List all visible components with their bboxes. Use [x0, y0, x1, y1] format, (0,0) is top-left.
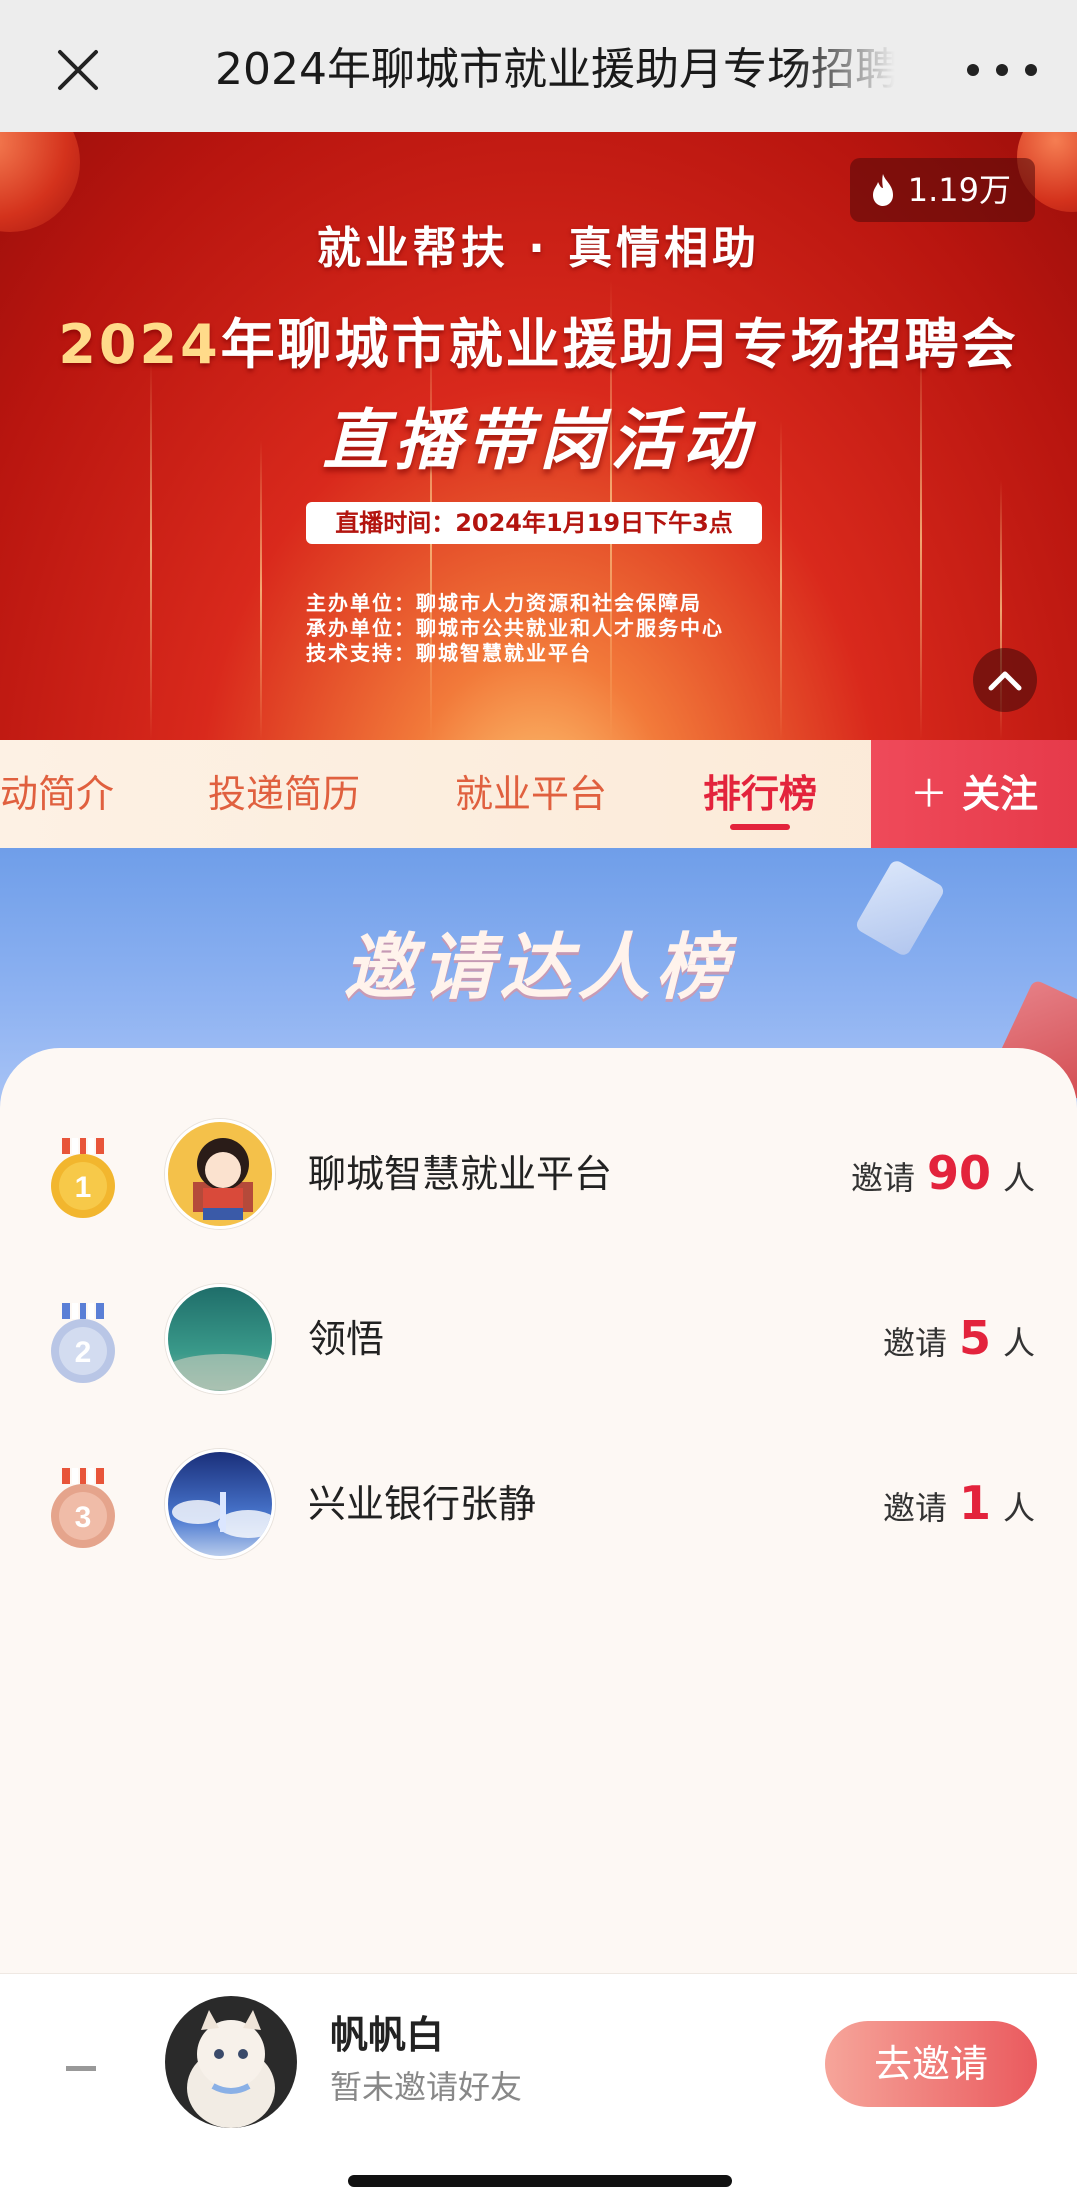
- leaderboard-row: 3 兴业银行张静 邀请 1 人: [0, 1444, 1077, 1564]
- avatar: [165, 1996, 297, 2128]
- avatar: [165, 1284, 275, 1394]
- banner-main-title: 2024年聊城市就业援助月专场招聘会: [0, 300, 1077, 379]
- my-rank: [66, 2066, 96, 2071]
- my-name: 帆帆白: [330, 2013, 445, 2057]
- leaderboard-row: 1 聊城智慧就业平台 邀请 90 人: [0, 1114, 1077, 1234]
- leaderboard-title: 邀请达人榜: [343, 925, 734, 1009]
- avatar: [165, 1119, 275, 1229]
- tab-employment-platform[interactable]: 就业平台: [455, 740, 607, 848]
- silver-medal-icon: 2: [51, 1303, 115, 1383]
- invite-number: 5: [958, 1311, 991, 1365]
- banner-year: 2024: [58, 313, 221, 376]
- banner-title-text: 年聊城市就业援助月专场招聘会: [220, 313, 1019, 376]
- invite-suffix: 人: [1002, 1159, 1035, 1197]
- svg-text:1: 1: [75, 1171, 92, 1204]
- bronze-medal-icon: 3: [51, 1468, 115, 1548]
- svg-text:3: 3: [75, 1501, 92, 1534]
- banner-slogan: 就业帮扶 · 真情相助: [316, 223, 761, 274]
- invite-prefix: 邀请: [850, 1159, 915, 1197]
- page-title: 2024年聊城市就业援助月专场招聘会直播带岗活动: [215, 44, 895, 95]
- chevron-up-icon: [988, 671, 1022, 691]
- user-name: 领悟: [308, 1317, 385, 1361]
- invite-count: 邀请 90 人: [851, 1138, 1035, 1213]
- follow-button[interactable]: ＋ 关注: [871, 740, 1077, 848]
- leaderboard-row: 2 领悟 邀请 5 人: [0, 1279, 1077, 1399]
- tab-intro[interactable]: 动简介: [0, 740, 114, 848]
- collapse-button[interactable]: [973, 648, 1037, 712]
- user-name: 兴业银行张静: [308, 1482, 537, 1526]
- invite-count: 邀请 1 人: [883, 1468, 1035, 1543]
- invite-count: 邀请 5 人: [883, 1303, 1035, 1378]
- invite-number: 90: [926, 1146, 991, 1200]
- user-name: 聊城智慧就业平台: [308, 1152, 613, 1196]
- gold-medal-icon: 1: [51, 1138, 115, 1218]
- invite-prefix: 邀请: [882, 1489, 947, 1527]
- top-nav-bar: 2024年聊城市就业援助月专场招聘会直播带岗活动: [0, 0, 1077, 132]
- go-invite-button[interactable]: 去邀请: [825, 2021, 1037, 2107]
- avatar: [165, 1449, 275, 1559]
- banner-live-time: 直播时间：2024年1月19日下午3点: [306, 502, 762, 544]
- tab-submit-resume[interactable]: 投递简历: [208, 740, 360, 848]
- home-indicator: [348, 2175, 732, 2187]
- event-banner: 1.19万 就业帮扶 · 真情相助 2024年聊城市就业援助月专场招聘会 直播带…: [0, 132, 1077, 740]
- tab-bar: 动简介 投递简历 就业平台 排行榜 ＋ 关注: [0, 740, 1077, 848]
- svg-text:2: 2: [75, 1336, 92, 1369]
- invite-number: 1: [958, 1476, 991, 1530]
- invite-prefix: 邀请: [882, 1324, 947, 1362]
- active-tab-indicator: [730, 824, 790, 830]
- tab-leaderboard[interactable]: 排行榜: [703, 740, 817, 848]
- plus-icon: ＋: [909, 772, 948, 816]
- banner-tech-support: 技术支持：聊城智慧就业平台: [306, 641, 592, 665]
- more-icon[interactable]: [967, 50, 1037, 90]
- leaderboard-list: 1 聊城智慧就业平台 邀请 90 人 2 领悟 邀请 5 人 3 兴业银行张静 …: [0, 1048, 1077, 1973]
- close-icon[interactable]: [48, 40, 108, 100]
- invite-suffix: 人: [1002, 1489, 1035, 1527]
- flame-icon: [872, 174, 893, 206]
- my-invite-bar: 帆帆白 暂未邀请好友 去邀请: [0, 1973, 1077, 2205]
- invite-suffix: 人: [1002, 1324, 1035, 1362]
- follow-label: 关注: [962, 772, 1039, 816]
- my-invite-status: 暂未邀请好友: [330, 2068, 523, 2106]
- banner-subtitle: 直播带岗活动: [322, 402, 755, 479]
